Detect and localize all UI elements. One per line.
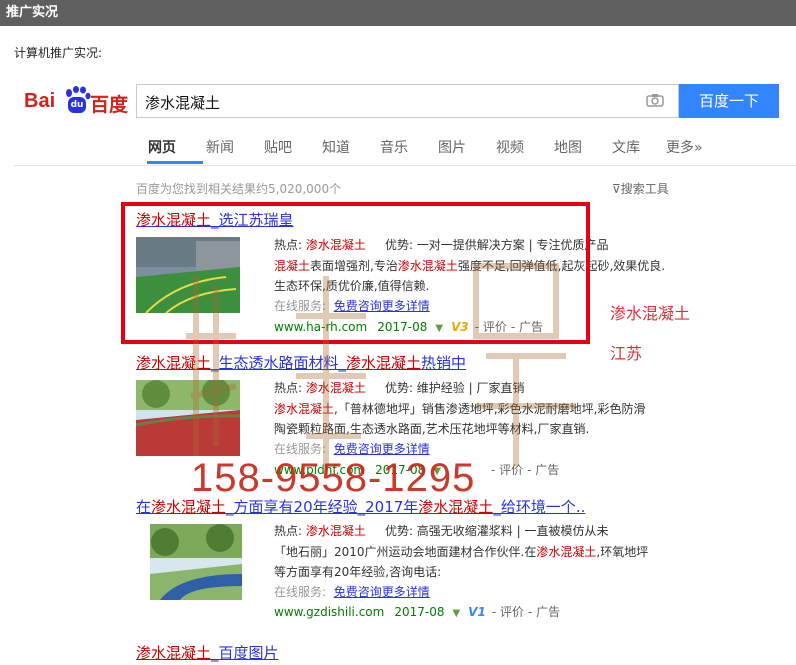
online-service-3: 在线服务: 免费咨询更多详情	[274, 583, 430, 600]
result-snippet-2: 热点: 渗水混凝土 优势: 维护经验 | 厂家直销 渗水混凝土,「普林德地坪」销…	[274, 378, 645, 440]
result-title-4[interactable]: 渗水混凝土_百度图片	[136, 642, 279, 663]
keyword-highlight: 渗水混凝土	[305, 524, 366, 538]
snippet-text: 「地石丽」2010广州运动会地面建材合作伙伴.在	[274, 544, 537, 559]
section-subtitle: 计算机推广实况:	[14, 46, 103, 60]
ad-label: - 广告	[527, 463, 560, 477]
result-url-line-3: www.gzdishili.com 2017-08 ▼ V1 - 评价 - 广告	[274, 603, 560, 620]
logo-text-latin: Bai	[24, 90, 56, 112]
title-highlight: 渗水混凝土	[136, 354, 212, 372]
snippet-text: 陶瓷颗粒路面,生态透水路面,艺术压花地坪等材料,厂家直销.	[274, 422, 590, 436]
service-label: 在线服务:	[274, 442, 327, 456]
advantage-text: 优势: 高强无收缩灌浆料 | 一直被模仿从未	[384, 524, 609, 538]
search-tabs: 网页 新闻 贴吧 知道 音乐 图片 视频 地图 文库 更多»	[14, 127, 796, 166]
tab-news[interactable]: 新闻	[206, 137, 234, 157]
tab-map[interactable]: 地图	[554, 137, 582, 157]
search-input[interactable]: 渗水混凝土	[136, 84, 679, 118]
side-annotation-keyword: 渗水混凝土	[610, 304, 691, 323]
phone-number-overlay: 158-9558-1295	[191, 456, 476, 500]
logo-du-badge: du	[68, 97, 86, 113]
online-service-2: 在线服务: 免费咨询更多详情	[274, 440, 430, 457]
hot-label: 热点:	[274, 524, 306, 538]
tab-more[interactable]: 更多»	[666, 137, 703, 157]
ad-label: - 广告	[527, 605, 561, 619]
advantage-text: 优势: 维护经验 | 厂家直销	[384, 381, 525, 395]
result-thumbnail-2[interactable]	[136, 380, 240, 456]
highlight-frame	[121, 202, 590, 344]
rating-link[interactable]: - 评价	[491, 463, 523, 477]
page-header: 推广实况	[0, 0, 796, 26]
result-title-2[interactable]: 渗水混凝土_生态透水路面材料_渗水混凝土热销中	[136, 352, 466, 373]
search-query: 渗水混凝土	[145, 94, 221, 112]
search-button[interactable]: 百度一下	[679, 84, 779, 118]
title-text: 在	[136, 498, 152, 516]
v-badge[interactable]: V1	[468, 605, 486, 619]
tab-tieba[interactable]: 贴吧	[264, 137, 292, 157]
keyword-highlight: 渗水混凝土	[274, 401, 335, 416]
filter-icon: ⊽	[612, 182, 621, 196]
keyword-highlight: 渗水混凝土	[536, 544, 597, 559]
title-text: _百度图片	[211, 644, 279, 662]
result-url[interactable]: www.gzdishili.com	[274, 605, 384, 619]
tab-wenku[interactable]: 文库	[612, 137, 640, 157]
service-label: 在线服务:	[274, 585, 327, 599]
snippet-text: ,环氧地坪	[596, 544, 649, 559]
title-highlight: 渗水混凝土	[136, 644, 212, 662]
title-highlight: 渗水混凝土	[346, 354, 422, 372]
camera-icon[interactable]	[646, 93, 664, 107]
result-count: 百度为您找到相关结果约5,020,000个	[136, 182, 342, 196]
title-text: _给环境一个..	[493, 498, 586, 516]
logo-text-cn: 百度	[90, 94, 129, 116]
hot-label: 热点:	[274, 381, 306, 395]
rating-link[interactable]: - 评价	[492, 605, 524, 619]
search-tools[interactable]: ⊽搜索工具	[612, 180, 669, 197]
tab-zhidao[interactable]: 知道	[322, 137, 350, 157]
consult-link[interactable]: 免费咨询更多详情	[334, 442, 430, 456]
consult-link[interactable]: 免费咨询更多详情	[334, 585, 430, 599]
tab-video[interactable]: 视频	[496, 137, 524, 157]
snippet-text: ,「普林德地坪」销售渗透地坪,彩色水泥耐磨地坪,彩色防滑	[334, 401, 646, 416]
baidu-logo[interactable]: Bai du 百度	[24, 86, 128, 116]
tab-images[interactable]: 图片	[438, 137, 466, 157]
search-tools-label: 搜索工具	[620, 182, 669, 196]
side-annotation-region: 江苏	[610, 344, 643, 363]
result-date: 2017-08	[394, 605, 445, 619]
result-snippet-3: 热点: 渗水混凝土 优势: 高强无收缩灌浆料 | 一直被模仿从未 「地石丽」20…	[274, 521, 648, 583]
title-text: 热销中	[421, 354, 467, 372]
active-tab-indicator	[147, 161, 203, 164]
tab-music[interactable]: 音乐	[380, 137, 408, 157]
keyword-highlight: 渗水混凝土	[305, 381, 366, 395]
title-text: _生态透水路面材料_	[211, 354, 347, 372]
tab-web[interactable]: 网页	[148, 137, 176, 157]
result-thumbnail-3[interactable]	[150, 524, 242, 600]
snippet-text: 等方面享有20年经验,咨询电话:	[274, 565, 442, 579]
dropdown-arrow-icon[interactable]: ▼	[452, 608, 460, 619]
